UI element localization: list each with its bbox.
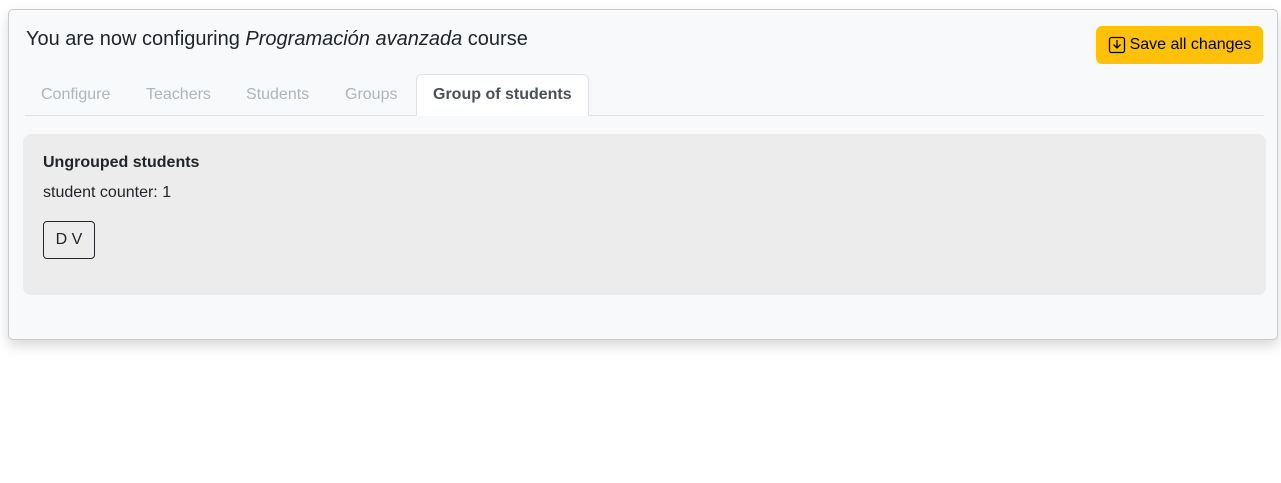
title-suffix: course xyxy=(467,28,528,50)
ungrouped-students-panel: Ungrouped students student counter: 1 D … xyxy=(23,134,1266,295)
ungrouped-students-heading: Ungrouped students xyxy=(43,154,200,171)
student-chip[interactable]: D V xyxy=(43,221,95,259)
tab-groups[interactable]: Groups xyxy=(329,74,413,116)
page-title: You are now configuring Programación ava… xyxy=(26,26,528,52)
tab-group-of-students[interactable]: Group of students xyxy=(416,74,589,116)
save-button-label: Save all changes xyxy=(1129,36,1252,53)
course-config-card: You are now configuring Programación ava… xyxy=(8,9,1278,340)
save-all-changes-button[interactable]: Save all changes xyxy=(1096,26,1263,64)
student-counter: student counter: 1 xyxy=(43,184,171,202)
download-box-icon xyxy=(1108,36,1126,54)
tab-teachers[interactable]: Teachers xyxy=(130,74,227,116)
course-name: Programación avanzada xyxy=(245,28,463,50)
tab-bar: Configure Teachers Students Groups Group… xyxy=(25,74,1264,116)
tab-configure[interactable]: Configure xyxy=(25,74,126,116)
student-counter-value: 1 xyxy=(162,184,172,201)
student-counter-label: student counter: xyxy=(43,184,158,201)
tab-students[interactable]: Students xyxy=(230,74,325,116)
title-prefix: You are now configuring xyxy=(26,28,240,50)
